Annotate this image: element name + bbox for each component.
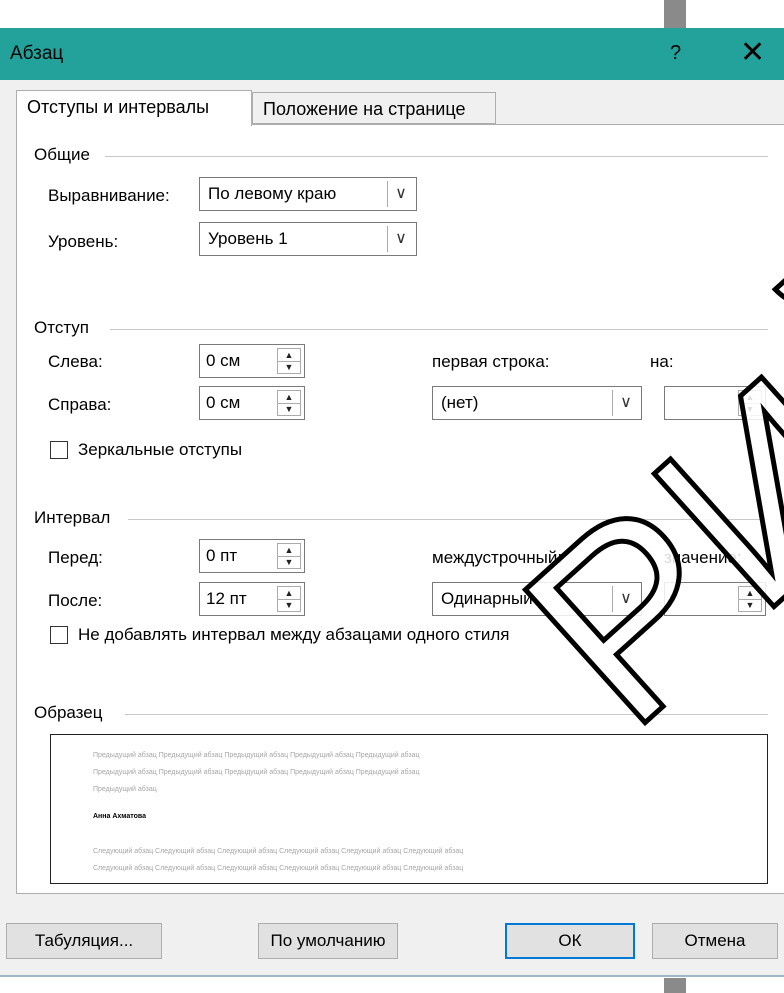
ok-button[interactable]: ОК — [505, 923, 635, 959]
help-icon[interactable]: ? — [670, 42, 681, 65]
section-preview-title: Образец — [34, 703, 103, 722]
preview-current-paragraph: Анна Ахматова — [93, 813, 146, 820]
tab-label: Отступы и интервалы — [27, 97, 210, 117]
tab-label: Положение на странице — [263, 99, 466, 119]
preview-next-paragraph: Следующий абзац Следующий абзац Следующи… — [93, 848, 464, 855]
first-line-value: (нет) — [441, 393, 479, 412]
paragraph-preview: Предыдущий абзац Предыдущий абзац Предыд… — [50, 734, 768, 884]
level-label: Уровень: — [48, 232, 119, 251]
cancel-button[interactable]: Отмена — [652, 923, 778, 959]
background-window-strip — [664, 0, 686, 28]
indent-left-spinner[interactable]: 0 см ▲ ▼ — [199, 344, 305, 378]
line-spacing-value: Одинарный — [441, 589, 533, 608]
title-bar — [0, 28, 784, 80]
alignment-value: По левому краю — [208, 184, 337, 203]
preview-previous-paragraph: Предыдущий абзац Предыдущий абзац Предыд… — [93, 769, 420, 776]
chevron-down-icon[interactable]: ∨ — [612, 390, 639, 416]
indent-right-label: Справа: — [48, 395, 112, 414]
mirror-indents-label: Зеркальные отступы — [78, 440, 243, 459]
section-divider — [128, 519, 768, 520]
line-spacing-select[interactable]: Одинарный ∨ — [432, 582, 642, 616]
alignment-select[interactable]: По левому краю ∨ — [199, 177, 417, 211]
section-indent-title: Отступ — [34, 318, 90, 337]
spin-down-icon[interactable]: ▼ — [278, 599, 300, 611]
section-general-title: Общие — [34, 145, 90, 164]
spacing-before-spinner[interactable]: 0 пт ▲ ▼ — [199, 539, 305, 573]
spin-down-icon[interactable]: ▼ — [278, 361, 300, 373]
background-window-strip — [664, 978, 686, 993]
line-spacing-label: междустрочный: — [432, 548, 563, 567]
preview-previous-paragraph: Предыдущий абзац — [93, 786, 157, 793]
spacing-after-label: После: — [48, 591, 103, 610]
spacing-after-value: 12 пт — [206, 589, 247, 608]
chevron-down-icon[interactable]: ∨ — [612, 586, 639, 612]
first-line-label: первая строка: — [432, 352, 550, 371]
spin-down-icon[interactable]: ▼ — [739, 403, 761, 415]
spacing-before-value: 0 пт — [206, 546, 238, 565]
alignment-label: Выравнивание: — [48, 186, 170, 205]
section-divider — [105, 156, 768, 157]
tabs-button[interactable]: Табуляция... — [6, 923, 162, 959]
spacing-before-label: Перед: — [48, 548, 103, 567]
level-value: Уровень 1 — [208, 229, 288, 248]
first-line-select[interactable]: (нет) ∨ — [432, 386, 642, 420]
set-default-button[interactable]: По умолчанию — [258, 923, 398, 959]
background-divider — [0, 975, 784, 977]
section-divider — [110, 329, 768, 330]
preview-next-paragraph: Следующий абзац Следующий абзац Следующи… — [93, 865, 464, 872]
spin-down-icon[interactable]: ▼ — [278, 403, 300, 415]
mirror-indents-checkbox[interactable] — [50, 441, 68, 459]
dialog-title: Абзац — [10, 43, 64, 64]
spacing-after-spinner[interactable]: 12 пт ▲ ▼ — [199, 582, 305, 616]
indent-left-value: 0 см — [206, 351, 241, 370]
indent-right-spinner[interactable]: 0 см ▲ ▼ — [199, 386, 305, 420]
tab-indents-spacing[interactable]: Отступы и интервалы — [16, 90, 252, 126]
section-spacing-title: Интервал — [34, 508, 111, 527]
preview-previous-paragraph: Предыдущий абзац Предыдущий абзац Предыд… — [93, 752, 420, 759]
spin-down-icon[interactable]: ▼ — [739, 599, 761, 611]
chevron-down-icon[interactable]: ∨ — [387, 226, 414, 252]
section-divider — [125, 714, 768, 715]
indent-right-value: 0 см — [206, 393, 241, 412]
level-select[interactable]: Уровень 1 ∨ — [199, 222, 417, 256]
indent-left-label: Слева: — [48, 352, 103, 371]
by-spinner[interactable]: ▲ ▼ — [664, 386, 766, 420]
tab-line-page-breaks[interactable]: Положение на странице — [252, 92, 496, 124]
chevron-down-icon[interactable]: ∨ — [387, 181, 414, 207]
close-icon[interactable]: ✕ — [740, 36, 765, 70]
at-label: значение: — [664, 548, 742, 567]
at-spinner[interactable]: ▲ ▼ — [664, 582, 766, 616]
by-label: на: — [650, 352, 674, 371]
no-space-same-style-label: Не добавлять интервал между абзацами одн… — [78, 625, 510, 644]
no-space-same-style-checkbox[interactable] — [50, 626, 68, 644]
spin-down-icon[interactable]: ▼ — [278, 556, 300, 568]
